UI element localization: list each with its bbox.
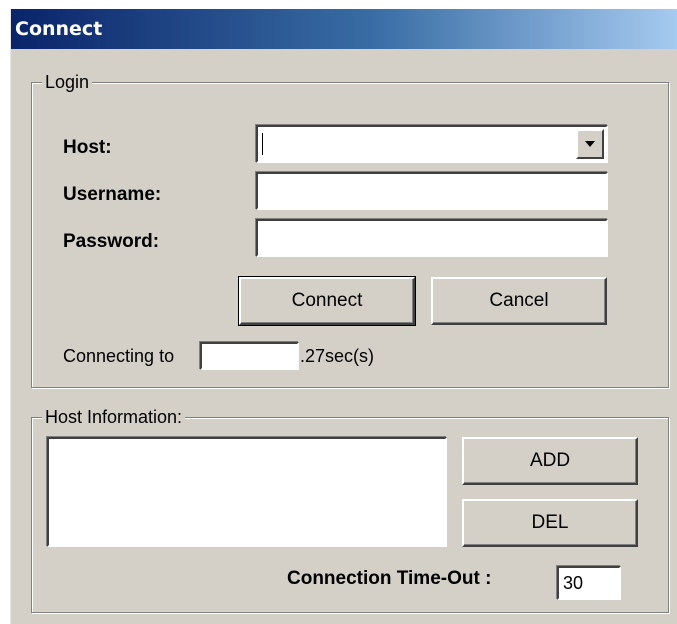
timeout-field[interactable] xyxy=(557,566,621,600)
password-field[interactable] xyxy=(256,219,608,257)
title-bar[interactable]: Connect xyxy=(11,9,677,49)
connect-button[interactable]: Connect xyxy=(238,276,416,326)
chevron-down-icon xyxy=(585,141,595,147)
status-elapsed: .27sec(s) xyxy=(300,346,375,366)
cancel-button[interactable]: Cancel xyxy=(431,277,607,325)
text-caret xyxy=(262,133,263,155)
login-group-label: Login xyxy=(42,71,93,93)
username-label: Username: xyxy=(63,184,162,205)
username-field[interactable] xyxy=(256,172,608,210)
host-information-group-label: Host Information: xyxy=(42,406,186,428)
connect-dialog: Connect Login Host: Username: Password: … xyxy=(10,9,677,624)
status-host-box xyxy=(200,342,299,370)
del-button[interactable]: DEL xyxy=(462,499,638,547)
host-list[interactable] xyxy=(47,437,447,547)
add-button[interactable]: ADD xyxy=(462,437,638,485)
status-prefix: Connecting to xyxy=(63,346,175,366)
host-combobox[interactable] xyxy=(256,125,608,163)
password-label: Password: xyxy=(63,231,160,252)
window-title: Connect xyxy=(15,18,103,40)
host-label: Host: xyxy=(63,137,112,158)
timeout-label: Connection Time-Out : xyxy=(287,568,492,589)
host-dropdown-button[interactable] xyxy=(576,129,604,159)
